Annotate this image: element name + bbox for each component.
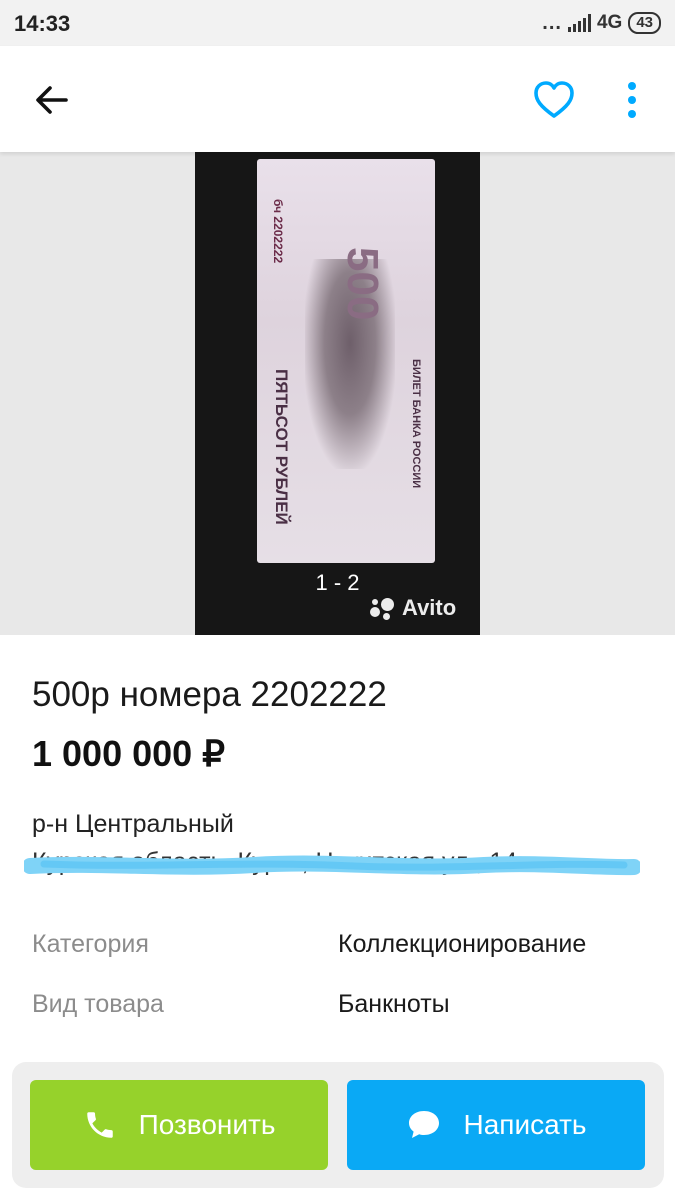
notification-dots-icon: ...: [542, 11, 562, 34]
signal-icon: [567, 14, 591, 32]
banknote-words: ПЯТЬСОТ РУБЛЕЙ: [272, 369, 291, 525]
battery-icon: 43: [628, 12, 661, 34]
listing-price: 1 000 000 ₽: [32, 733, 226, 774]
avito-logo-icon: [370, 596, 396, 620]
spec-label-item-type: Вид товара: [32, 990, 164, 1018]
more-options-button[interactable]: [612, 76, 652, 124]
phone-icon: [86, 1112, 113, 1138]
favorite-button[interactable]: [530, 76, 578, 124]
call-button-label: Позвонить: [138, 1109, 276, 1140]
banknote-image: бч 2202222 500 БИЛЕТ БАНКА РОССИИ ПЯТЬСО…: [257, 159, 435, 563]
banknote-serial: бч 2202222: [271, 199, 285, 264]
gallery-counter: 1 - 2: [315, 570, 360, 595]
app-toolbar: [0, 46, 675, 152]
message-button[interactable]: Написать: [347, 1080, 645, 1170]
status-bar: 14:33 ... 4G 43: [0, 0, 675, 46]
message-button-label: Написать: [463, 1109, 587, 1140]
back-button[interactable]: [28, 76, 76, 124]
network-type: 4G: [596, 12, 623, 33]
contact-actions-bar: Позвонить Написать: [12, 1062, 664, 1188]
redaction-scribble: [24, 855, 640, 876]
chat-bubble-icon: [408, 1111, 439, 1138]
status-time: 14:33: [14, 11, 71, 36]
banknote-denomination: 500: [338, 247, 387, 321]
listing-district: р-н Центральный: [32, 810, 234, 838]
avito-watermark-text: Avito: [402, 595, 457, 620]
more-vertical-icon: [628, 82, 636, 118]
arrow-left-icon: [36, 86, 68, 114]
photo-gallery[interactable]: бч 2202222 500 БИЛЕТ БАНКА РОССИИ ПЯТЬСО…: [0, 152, 675, 635]
listing-title: 500р номера 2202222: [32, 675, 387, 714]
spec-label-category: Категория: [32, 930, 149, 958]
spec-value-item-type: Банкноты: [338, 990, 450, 1018]
listing-photo[interactable]: бч 2202222 500 БИЛЕТ БАНКА РОССИИ ПЯТЬСО…: [195, 152, 480, 635]
heart-icon: [534, 81, 574, 118]
avito-watermark: Avito: [370, 595, 456, 621]
spec-value-category: Коллекционирование: [338, 930, 587, 958]
status-icons: ... 4G 43: [542, 11, 661, 35]
call-button[interactable]: Позвонить: [30, 1080, 328, 1170]
banknote-bank-text: БИЛЕТ БАНКА РОССИИ: [410, 359, 422, 489]
